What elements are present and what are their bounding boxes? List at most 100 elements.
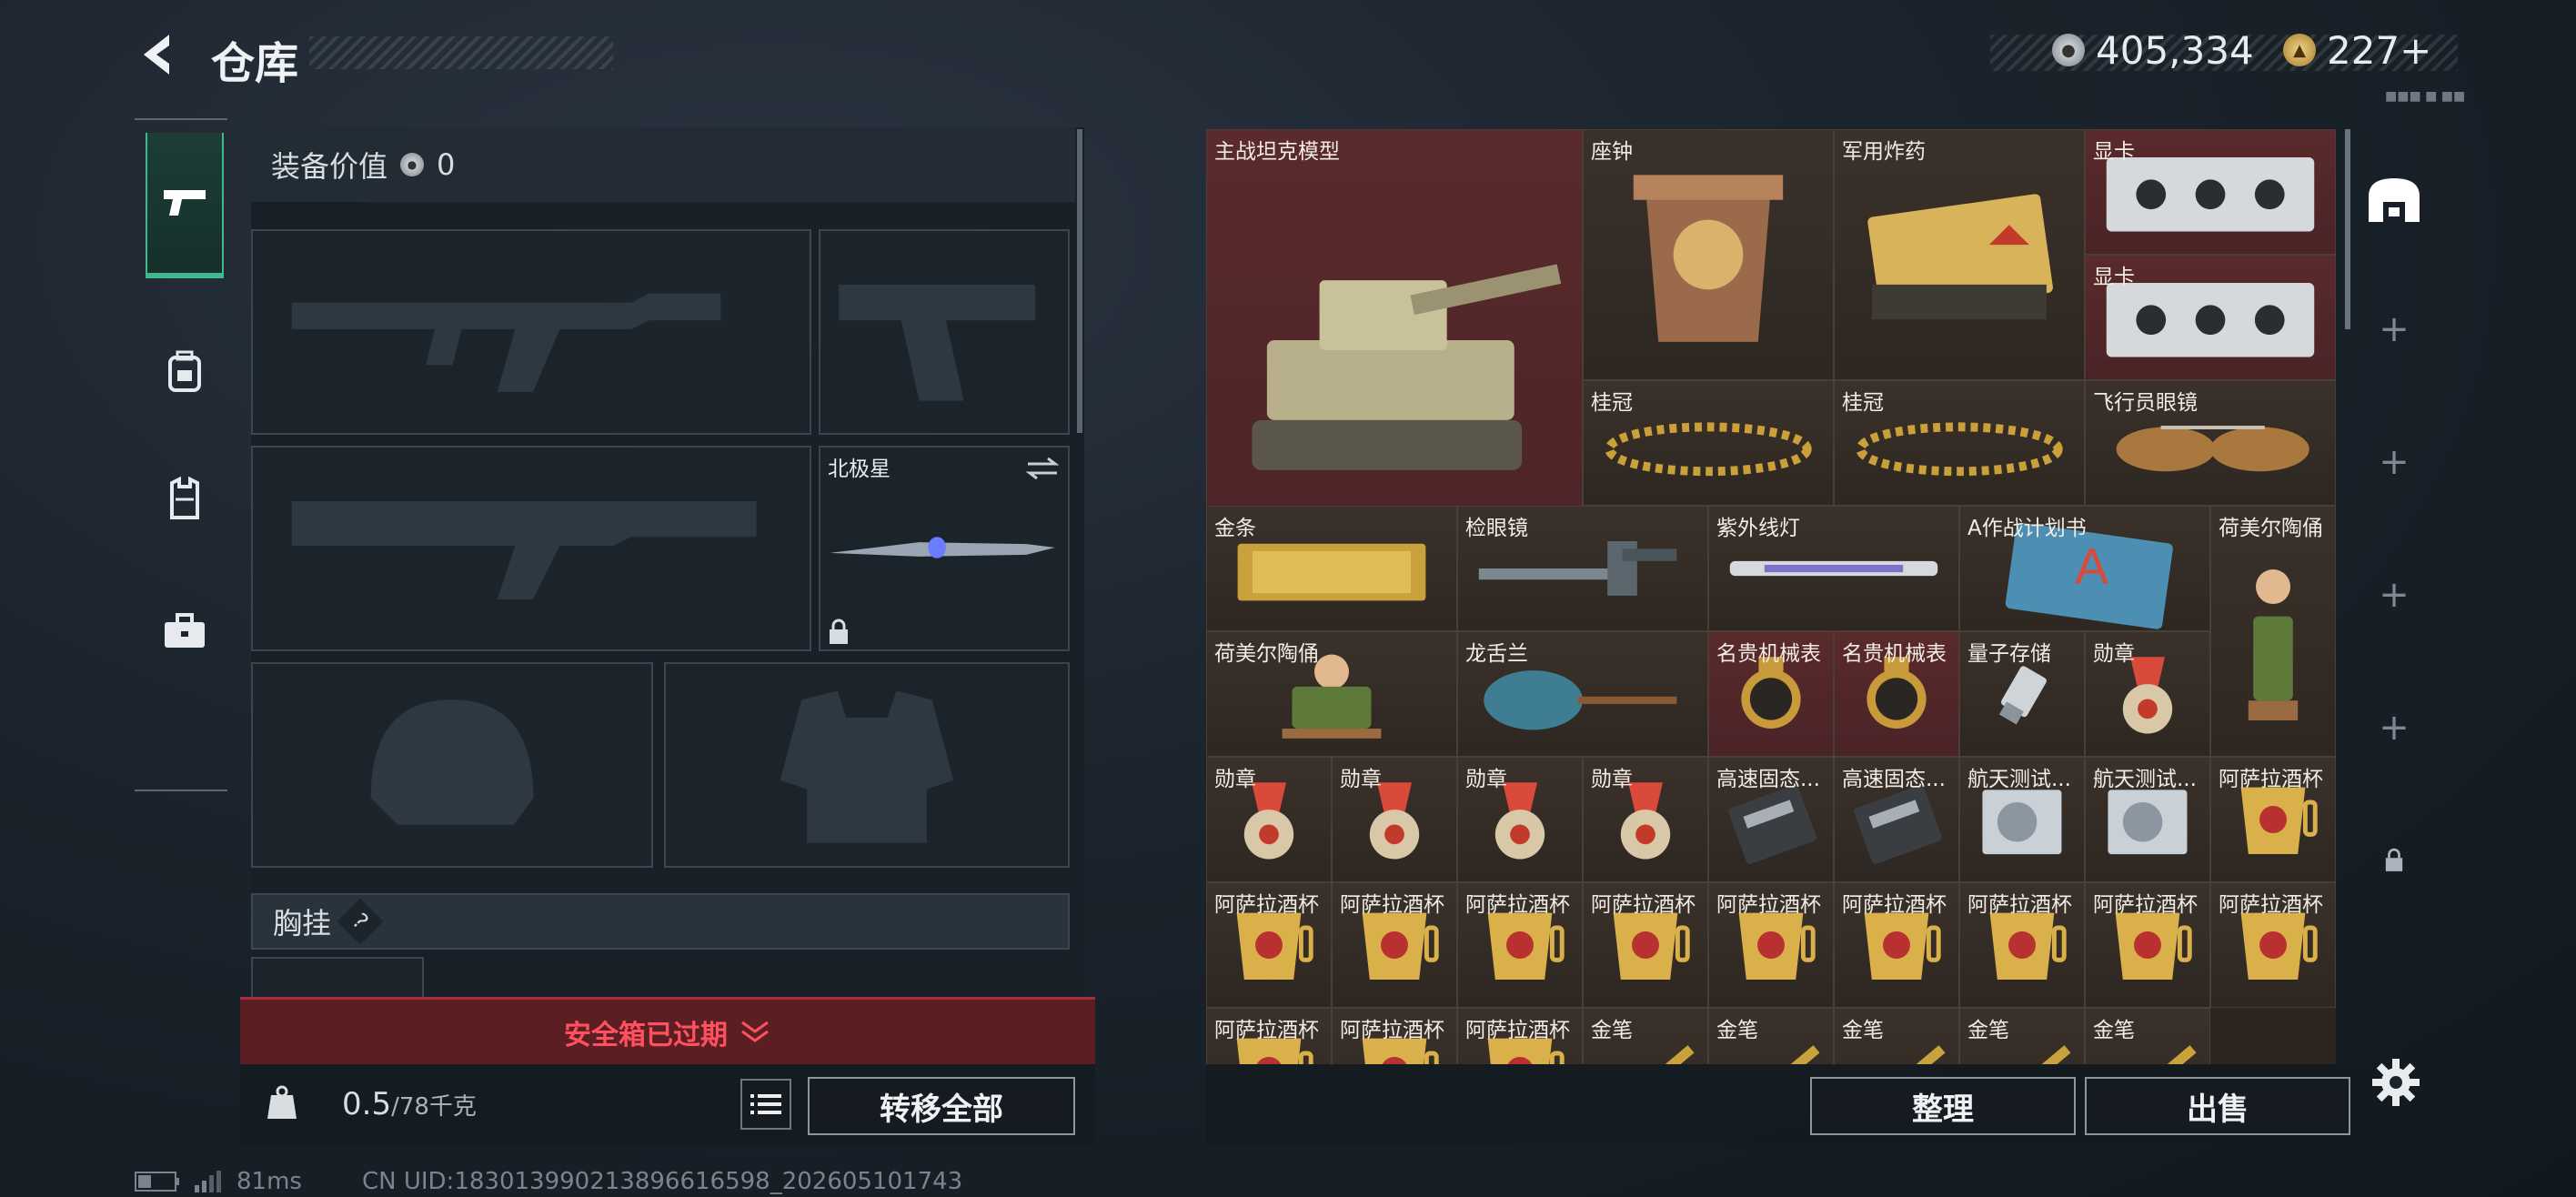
item-name: 阿萨拉酒杯 (1214, 1019, 1319, 1042)
item-slot[interactable]: 阿萨拉酒杯 (1834, 882, 1959, 1008)
item-slot[interactable]: A A作战计划书 (1959, 506, 2210, 631)
item-slot[interactable]: 阿萨拉酒杯 (1206, 882, 1332, 1008)
item-slot[interactable]: 显卡 (2085, 129, 2336, 255)
page-title: 仓库 (211, 38, 299, 89)
item-slot[interactable]: 阿萨拉酒杯 (2085, 882, 2210, 1008)
nav-toolbox[interactable] (146, 558, 224, 704)
vest-icon (170, 476, 199, 519)
item-name: 阿萨拉酒杯 (1465, 1019, 1570, 1042)
item-slot[interactable]: 桂冠 (1583, 380, 1834, 506)
item-slot[interactable]: 勋章 (1583, 757, 1708, 882)
item-slot[interactable]: 量子存储 (1959, 631, 2085, 757)
item-slot[interactable]: 金条 (1206, 506, 1457, 631)
item-slot[interactable]: 龙舌兰 (1457, 631, 1708, 757)
signal-icon (195, 1171, 221, 1192)
item-name: 阿萨拉酒杯 (2219, 768, 2323, 791)
armor-slot[interactable] (664, 662, 1070, 868)
add-storage-button[interactable]: + (2358, 558, 2430, 631)
backpack-icon (168, 350, 201, 392)
item-slot[interactable]: 荷美尔陶俑 (1206, 631, 1457, 757)
item-name: 阿萨拉酒杯 (1465, 893, 1570, 917)
item-slot[interactable]: 阿萨拉酒杯 (1332, 882, 1457, 1008)
item-name: 勋章 (1591, 768, 1633, 791)
panel-scrollbar[interactable] (1077, 129, 1082, 433)
transfer-all-button[interactable]: 转移全部 (808, 1077, 1075, 1135)
gold-currency[interactable]: ▲ 227+ (2283, 25, 2431, 75)
add-storage-button[interactable]: + (2358, 293, 2430, 366)
item-slot[interactable]: 阿萨拉酒杯 (1457, 882, 1583, 1008)
item-slot[interactable]: 勋章 (1457, 757, 1583, 882)
item-name: 显卡 (2093, 266, 2135, 289)
item-slot[interactable]: 阿萨拉酒杯 (1332, 1008, 1457, 1064)
nav-vest[interactable] (146, 426, 224, 571)
melee-slot[interactable]: 北极星 (819, 446, 1070, 651)
item-slot[interactable]: 高速固态... (1834, 757, 1959, 882)
item-slot[interactable]: 桂冠 (1834, 380, 2085, 506)
item-name: 显卡 (2093, 140, 2135, 164)
toolbox-icon (165, 613, 205, 648)
item-slot[interactable]: 阿萨拉酒杯 (2210, 757, 2336, 882)
grid-scrollbar[interactable] (2345, 129, 2350, 329)
weight-current: 0.5 (342, 1086, 392, 1122)
item-slot[interactable]: 紫外线灯 (1708, 506, 1959, 631)
item-name: 荷美尔陶俑 (2219, 517, 2323, 540)
item-name: 高速固态... (1716, 768, 1820, 791)
item-slot[interactable]: 高速固态... (1708, 757, 1834, 882)
silver-coin-icon: ● (400, 153, 425, 176)
nav-weapons[interactable] (146, 133, 224, 278)
list-view-button[interactable] (740, 1079, 791, 1130)
sort-button[interactable]: 整理 (1810, 1077, 2076, 1135)
item-name: 量子存储 (1967, 642, 2051, 666)
item-slot[interactable]: 阿萨拉酒杯 (1708, 882, 1834, 1008)
locked-storage-tab[interactable] (2358, 824, 2430, 897)
item-name: 勋章 (1340, 768, 1382, 791)
gear-icon[interactable] (2369, 1055, 2423, 1110)
item-slot[interactable]: 金笔 (1959, 1008, 2085, 1064)
item-slot[interactable]: 阿萨拉酒杯 (1959, 882, 2085, 1008)
item-slot[interactable]: 阿萨拉酒杯 (1457, 1008, 1583, 1064)
item-name: 阿萨拉酒杯 (1716, 893, 1821, 917)
item-slot[interactable]: 阿萨拉酒杯 (1206, 1008, 1332, 1064)
battery-icon (135, 1172, 179, 1192)
item-slot[interactable]: 航天测试... (2085, 757, 2210, 882)
sell-button[interactable]: 出售 (2085, 1077, 2350, 1135)
nav-backpack[interactable] (146, 298, 224, 444)
add-storage-button[interactable]: + (2358, 426, 2430, 498)
item-slot[interactable]: 金笔 (2085, 1008, 2210, 1064)
item-slot[interactable]: 勋章 (2085, 631, 2210, 757)
chevron-down-icon (741, 1021, 769, 1042)
item-slot[interactable]: 座钟 (1583, 129, 1834, 380)
item-slot[interactable]: 军用炸药 (1834, 129, 2085, 380)
helmet-slot[interactable] (251, 662, 653, 868)
item-name: A作战计划书 (1967, 517, 2087, 540)
help-icon[interactable]: ? (337, 898, 384, 945)
back-arrow-icon[interactable] (133, 27, 187, 82)
item-slot[interactable]: 勋章 (1206, 757, 1332, 882)
item-name: 勋章 (1465, 768, 1507, 791)
item-name: 名贵机械表 (1842, 642, 1947, 666)
item-slot[interactable]: 金笔 (1583, 1008, 1708, 1064)
safebox-expired-bar[interactable]: 安全箱已过期 (240, 997, 1095, 1064)
item-slot[interactable]: 名贵机械表 (1708, 631, 1834, 757)
item-slot[interactable]: 名贵机械表 (1834, 631, 1959, 757)
sidearm-slot[interactable] (819, 229, 1070, 435)
item-slot[interactable]: 阿萨拉酒杯 (2210, 882, 2336, 1008)
primary-weapon-slot[interactable] (251, 229, 811, 435)
item-slot[interactable]: 金笔 (1708, 1008, 1834, 1064)
chest-rig-header[interactable]: 胸挂 ? (251, 893, 1070, 950)
item-name: 龙舌兰 (1465, 642, 1528, 666)
item-name: 阿萨拉酒杯 (1967, 893, 2072, 917)
helmet-silhouette-icon (370, 699, 534, 825)
item-slot[interactable]: 金笔 (1834, 1008, 1959, 1064)
warehouse-tab[interactable] (2358, 164, 2430, 236)
chest-rig-slot[interactable] (251, 957, 424, 999)
add-storage-button[interactable]: + (2358, 691, 2430, 764)
item-slot[interactable]: 显卡 (2085, 255, 2336, 380)
item-slot[interactable]: 飞行员眼镜 (2085, 380, 2336, 506)
item-slot[interactable]: 阿萨拉酒杯 (1583, 882, 1708, 1008)
item-slot[interactable]: 航天测试... (1959, 757, 2085, 882)
item-slot[interactable]: 勋章 (1332, 757, 1457, 882)
item-slot[interactable]: 荷美尔陶俑 (2210, 506, 2336, 757)
item-slot[interactable]: 检眼镜 (1457, 506, 1708, 631)
secondary-weapon-slot[interactable] (251, 446, 811, 651)
